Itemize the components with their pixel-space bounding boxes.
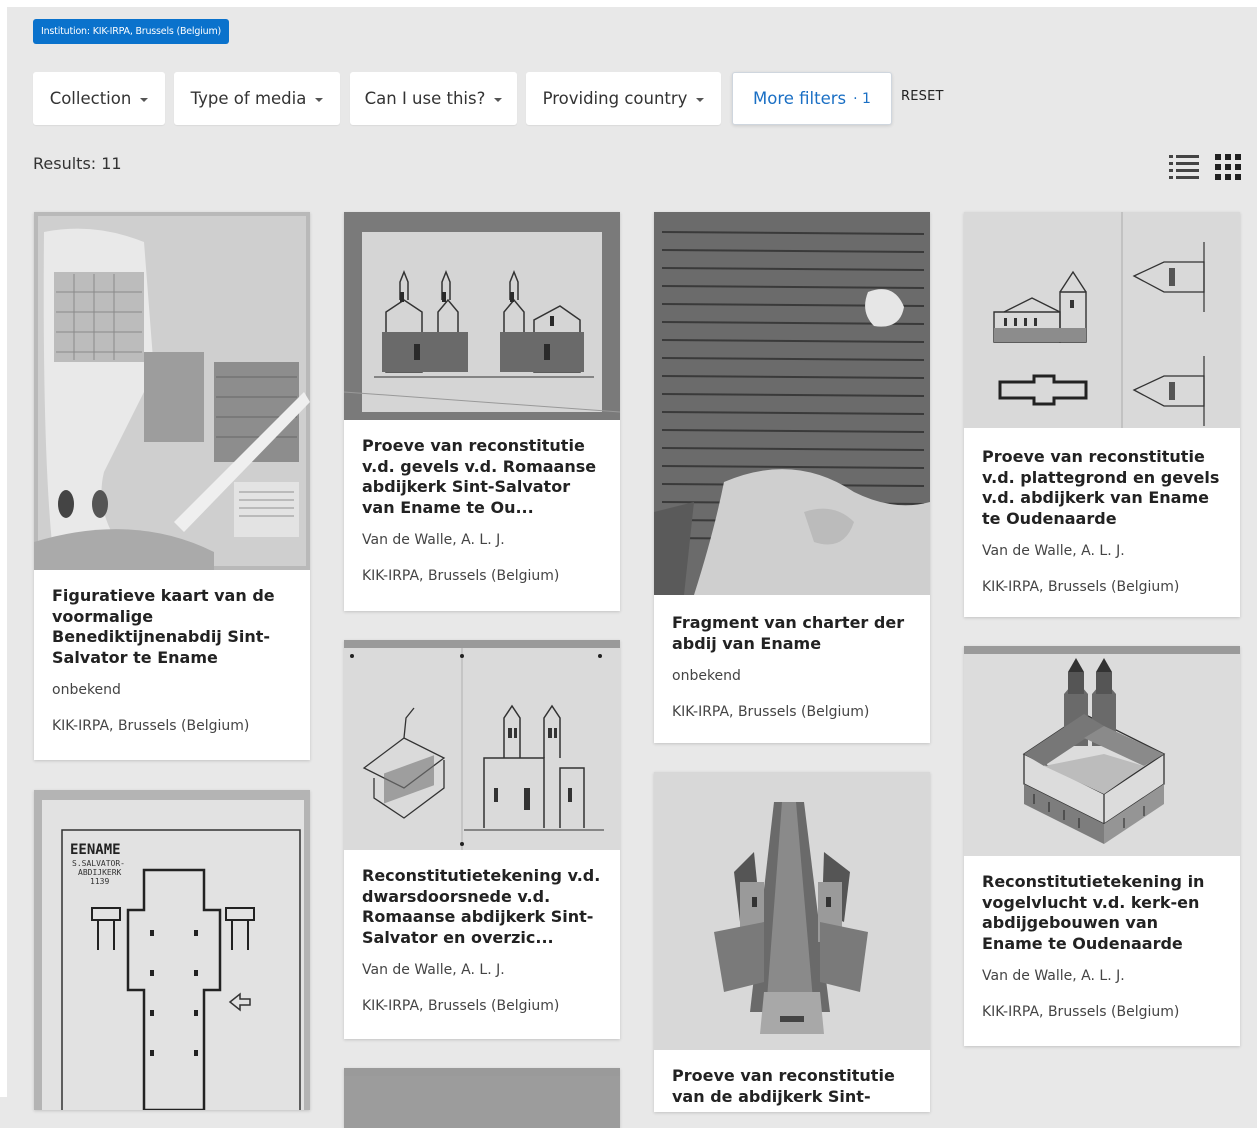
plan-title-text: EENAME <box>70 842 121 858</box>
result-card[interactable]: Fragment van charter der abdij van Ename… <box>654 212 930 743</box>
result-card[interactable]: Reconstitutietekening in vogelvlucht v.d… <box>964 646 1240 1046</box>
card-institution: KIK-IRPA, Brussels (Belgium) <box>362 998 560 1014</box>
result-card[interactable] <box>344 1068 620 1128</box>
card-top-bar <box>344 640 620 648</box>
media-type-filter-button[interactable]: Type of media <box>174 72 340 125</box>
card-title: Proeve van reconstitutie v.d. plattegron… <box>982 447 1220 528</box>
card-thumbnail <box>344 1076 620 1128</box>
card-thumbnail <box>34 212 310 570</box>
card-creator: Van de Walle, A. L. J. <box>982 968 1125 984</box>
more-filters-button[interactable]: More filters · 1 <box>732 72 892 125</box>
reset-filters-link[interactable]: RESET <box>901 89 944 104</box>
card-top-bar <box>964 646 1240 654</box>
card-thumbnail <box>964 654 1240 856</box>
card-creator: onbekend <box>52 682 121 698</box>
card-institution: KIK-IRPA, Brussels (Belgium) <box>672 704 870 720</box>
plan-subtitle-text: ABDIJKERK <box>78 868 122 877</box>
plan-date-text: 1139 <box>90 877 109 886</box>
card-thumbnail <box>344 648 620 850</box>
card-creator: Van de Walle, A. L. J. <box>362 532 505 548</box>
card-title: Reconstitutietekening in vogelvlucht v.d… <box>982 872 1205 953</box>
plan-subtitle-text: S.SALVATOR- <box>72 859 125 868</box>
left-edge <box>0 0 7 1097</box>
card-thumbnail <box>344 212 620 420</box>
result-card[interactable]: EENAME S.SALVATOR- ABDIJKERK 1139 <box>34 790 310 1110</box>
top-edge <box>0 0 1257 7</box>
card-institution: KIK-IRPA, Brussels (Belgium) <box>982 579 1180 595</box>
card-title: Figuratieve kaart van de voormalige Bene… <box>52 586 275 667</box>
card-creator: Van de Walle, A. L. J. <box>362 962 505 978</box>
card-institution: KIK-IRPA, Brussels (Belgium) <box>52 718 250 734</box>
card-creator: Van de Walle, A. L. J. <box>982 543 1125 559</box>
card-thumbnail <box>654 212 930 595</box>
card-title: Proeve van reconstitutie v.d. gevels v.d… <box>362 436 597 517</box>
card-title: Proeve van reconstitutie van de abdijker… <box>672 1066 895 1106</box>
institution-filter-chip[interactable]: Institution: KIK-IRPA, Brussels (Belgium… <box>33 19 230 44</box>
usage-rights-filter-label: Can I use this? <box>364 89 486 108</box>
media-type-filter-label: Type of media <box>190 89 307 108</box>
card-thumbnail: EENAME S.SALVATOR- ABDIJKERK 1139 <box>34 790 310 1110</box>
result-card[interactable]: Reconstitutietekening v.d. dwarsdoorsned… <box>344 640 620 1039</box>
result-card[interactable]: Proeve van reconstitutie v.d. gevels v.d… <box>344 212 620 611</box>
card-title: Reconstitutietekening v.d. dwarsdoorsned… <box>362 866 601 947</box>
result-card[interactable]: Proeve van reconstitutie van de abdijker… <box>654 772 930 1112</box>
more-filters-count: · 1 <box>853 90 871 107</box>
collection-filter-button[interactable]: Collection <box>33 72 165 125</box>
collection-filter-label: Collection <box>49 89 132 108</box>
card-top-bar <box>344 1068 620 1076</box>
chevron-down-icon <box>315 97 324 102</box>
grid-view-icon[interactable] <box>1214 153 1242 181</box>
usage-rights-filter-button[interactable]: Can I use this? <box>350 72 517 125</box>
result-card[interactable]: Proeve van reconstitutie v.d. plattegron… <box>964 212 1240 617</box>
chevron-down-icon <box>494 97 503 102</box>
results-count: Results: 11 <box>33 154 122 173</box>
list-view-icon[interactable] <box>1169 153 1199 181</box>
card-creator: onbekend <box>672 668 741 684</box>
chevron-down-icon <box>140 97 149 102</box>
card-thumbnail <box>654 772 930 1050</box>
result-card[interactable]: Figuratieve kaart van de voormalige Bene… <box>34 212 310 760</box>
card-thumbnail <box>964 212 1240 428</box>
card-institution: KIK-IRPA, Brussels (Belgium) <box>362 568 560 584</box>
providing-country-filter-label: Providing country <box>542 89 688 108</box>
card-institution: KIK-IRPA, Brussels (Belgium) <box>982 1004 1180 1020</box>
more-filters-label: More filters <box>753 89 847 108</box>
card-title: Fragment van charter der abdij van Ename <box>672 613 905 653</box>
providing-country-filter-button[interactable]: Providing country <box>526 72 721 125</box>
chevron-down-icon <box>696 97 705 102</box>
